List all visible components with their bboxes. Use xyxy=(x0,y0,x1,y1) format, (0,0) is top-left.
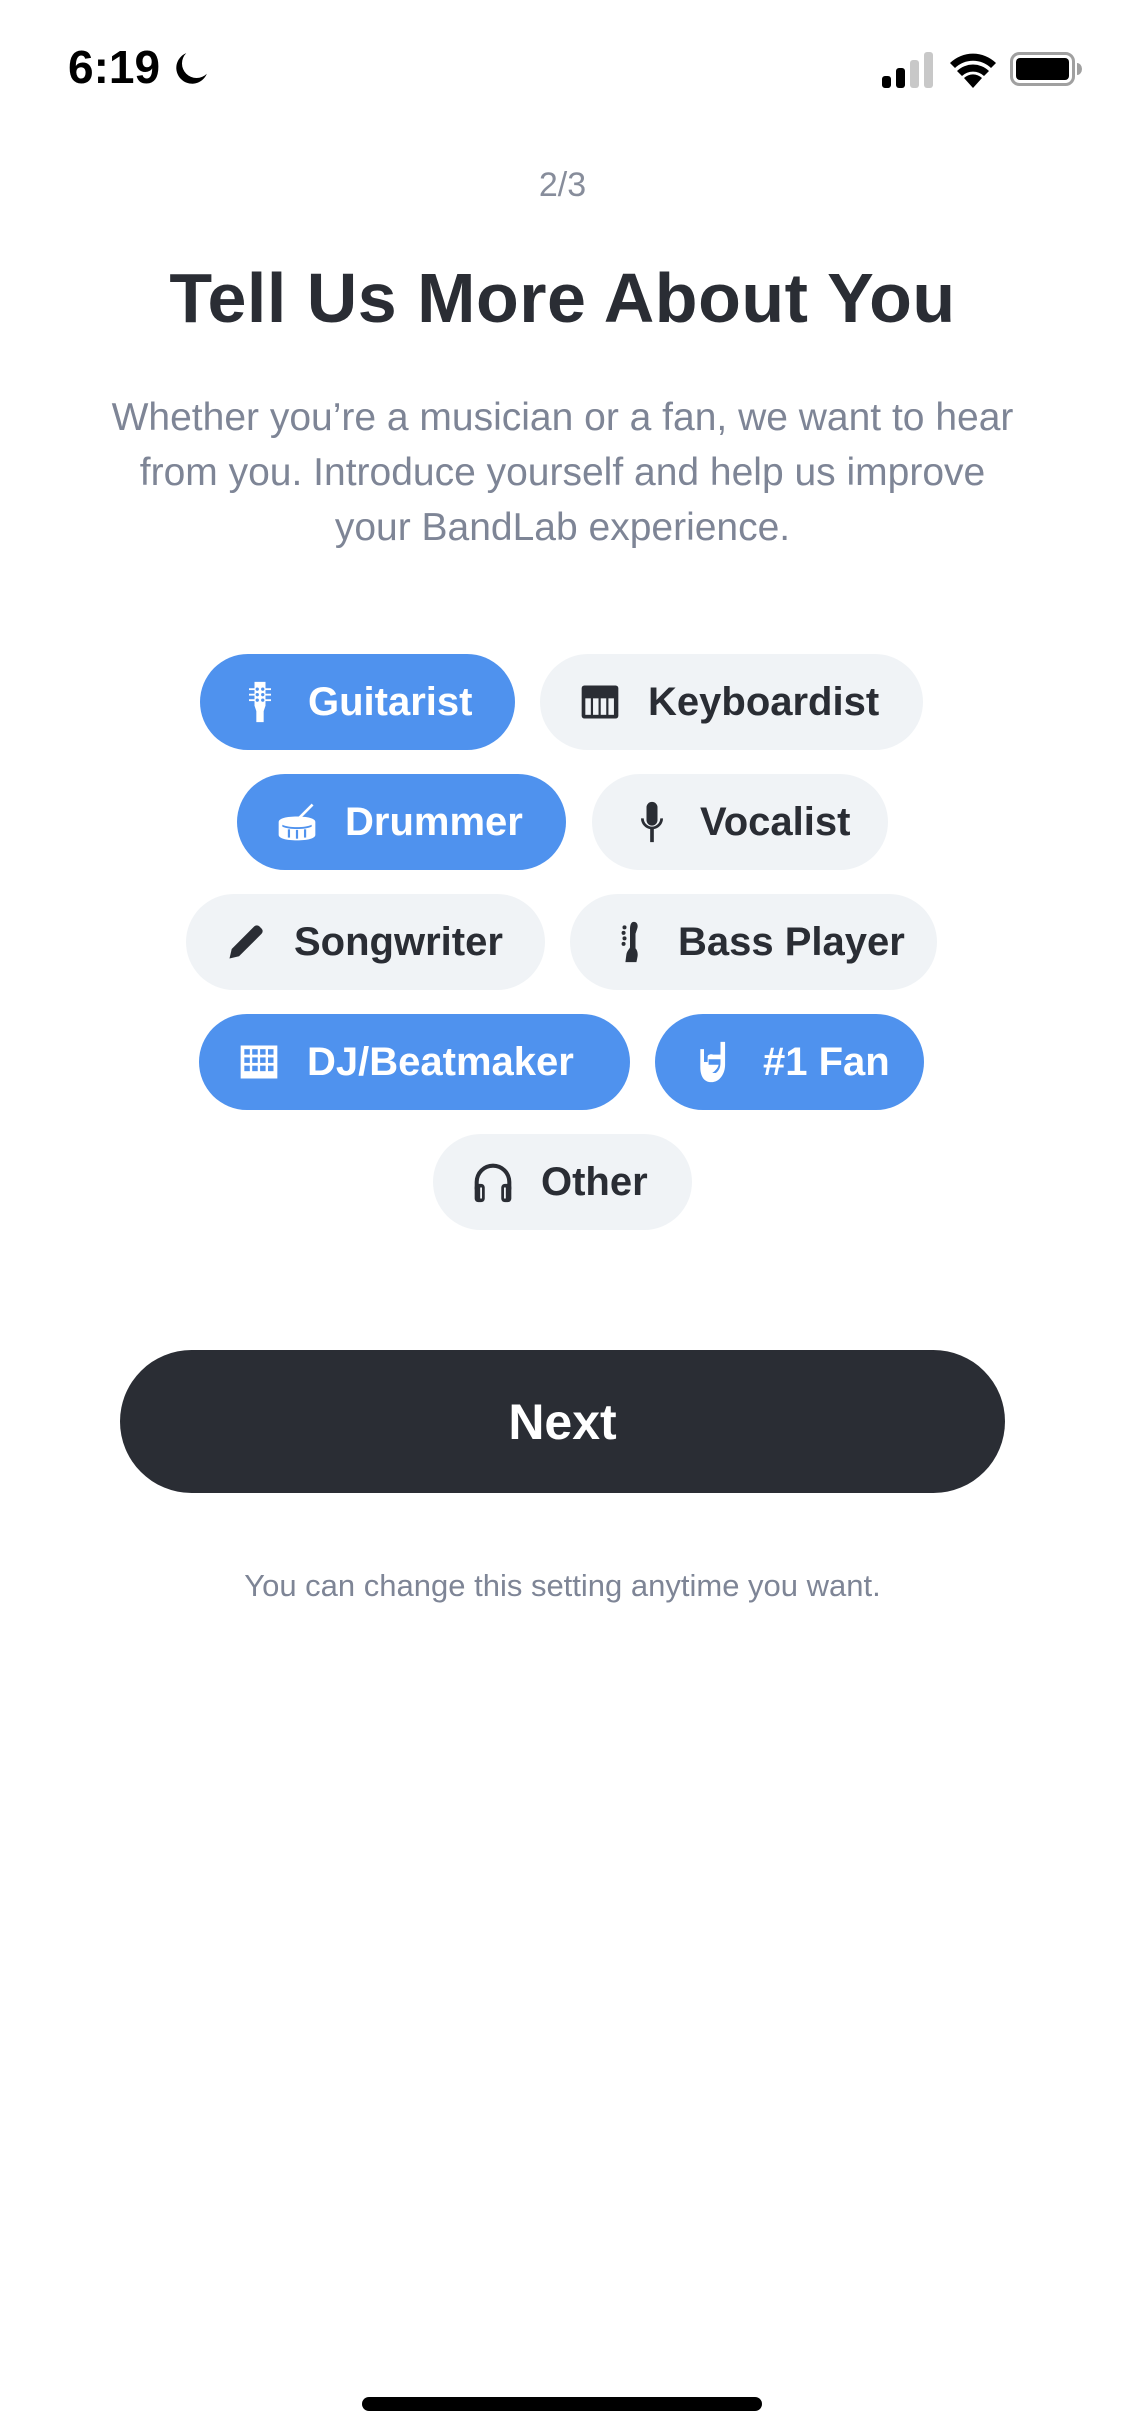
signal-bar xyxy=(882,76,891,88)
pencil-icon xyxy=(224,920,268,964)
step-indicator: 2/3 xyxy=(538,166,587,204)
piano-keys-icon xyxy=(578,680,622,724)
bass-guitar-icon xyxy=(608,920,652,964)
headphones-icon xyxy=(471,1160,515,1204)
guitar-icon xyxy=(238,680,282,724)
signal-bar xyxy=(896,68,905,88)
role-chip-label: Songwriter xyxy=(294,919,503,964)
role-chip-label: Guitarist xyxy=(308,679,473,724)
role-chip-other[interactable]: Other xyxy=(433,1134,692,1230)
wifi-icon xyxy=(950,53,996,88)
moon-icon xyxy=(176,53,207,84)
role-chip-label: Drummer xyxy=(345,799,523,844)
role-chip-label: Other xyxy=(541,1159,648,1204)
home-indicator[interactable] xyxy=(362,2397,762,2411)
role-chip-label: DJ/Beatmaker xyxy=(307,1039,574,1084)
role-chip-guitarist[interactable]: Guitarist xyxy=(200,654,515,750)
status-time: 6:19 xyxy=(68,41,161,93)
status-bar: 6:19 xyxy=(0,0,1125,140)
role-chip-label: Vocalist xyxy=(700,799,851,844)
role-chip-label: #1 Fan xyxy=(763,1039,890,1084)
rock-hand-icon xyxy=(693,1040,737,1084)
page-subtitle: Whether you’re a musician or a fan, we w… xyxy=(111,396,1014,549)
role-chip-drummer[interactable]: Drummer xyxy=(237,774,566,870)
role-chip-songwriter[interactable]: Songwriter xyxy=(186,894,545,990)
role-chip-bass-player[interactable]: Bass Player xyxy=(570,894,937,990)
signal-bar xyxy=(924,52,933,88)
signal-bar xyxy=(910,60,919,88)
role-chip-number-one-fan[interactable]: #1 Fan xyxy=(655,1014,924,1110)
settings-footnote: You can change this setting anytime you … xyxy=(244,1568,881,1603)
role-chip-label: Keyboardist xyxy=(648,679,880,724)
battery-icon xyxy=(1010,52,1082,86)
next-button[interactable]: Next xyxy=(120,1350,1005,1493)
signal-icon xyxy=(882,52,933,88)
drum-icon xyxy=(275,800,319,844)
role-chip-dj-beatmaker[interactable]: DJ/Beatmaker xyxy=(199,1014,630,1110)
microphone-icon xyxy=(630,800,674,844)
beat-pad-icon xyxy=(237,1040,281,1084)
page-title: Tell Us More About You xyxy=(169,259,956,337)
role-chip-label: Bass Player xyxy=(678,919,905,964)
role-chip-vocalist[interactable]: Vocalist xyxy=(592,774,888,870)
role-chip-keyboardist[interactable]: Keyboardist xyxy=(540,654,923,750)
